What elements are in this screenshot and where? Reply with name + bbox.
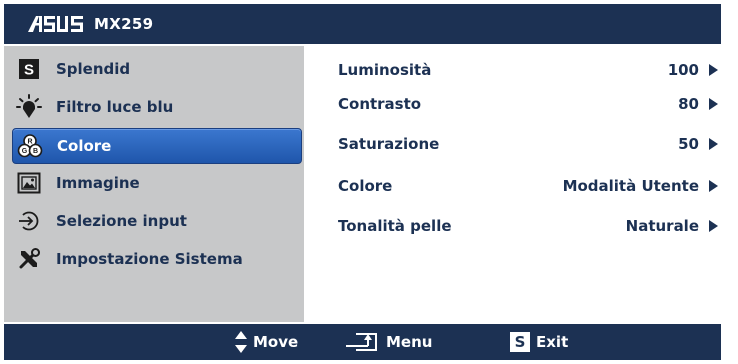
setting-label: Luminosità [338, 61, 432, 79]
menu-item-input-select[interactable]: Selezione input [12, 204, 300, 238]
footer-exit-label: Exit [536, 333, 569, 351]
setting-label: Saturazione [338, 135, 440, 153]
setting-value: 80 [678, 95, 699, 113]
setting-label: Tonalità pelle [338, 217, 452, 235]
input-select-icon [14, 206, 44, 236]
menu-item-system-setup[interactable]: Impostazione Sistema [12, 242, 300, 276]
osd-footer: Move Menu S Exit [4, 324, 721, 360]
arrow-right-icon [709, 138, 718, 150]
menu-label-input-select: Selezione input [56, 212, 187, 230]
footer-move-label: Move [253, 333, 299, 351]
model-name: MX259 [94, 15, 154, 33]
footer-menu-label: Menu [386, 333, 433, 351]
svg-text:G: G [22, 148, 28, 155]
setting-value: Naturale [625, 217, 699, 235]
arrow-right-icon [709, 220, 718, 232]
menu-item-blue-light-filter[interactable]: Filtro luce blu [12, 90, 300, 124]
setting-value: 50 [678, 135, 699, 153]
color-settings-panel: Luminosità 100 Contrasto 80 Saturazione … [306, 46, 721, 322]
arrow-right-icon [709, 180, 718, 192]
footer-menu: Menu [346, 324, 432, 360]
setting-contrast[interactable]: Contrasto 80 [338, 89, 720, 119]
setting-saturation[interactable]: Saturazione 50 [338, 129, 720, 159]
system-tools-icon [14, 244, 44, 274]
setting-skin-tone[interactable]: Tonalità pelle Naturale [338, 211, 720, 241]
svg-text:S: S [24, 62, 34, 79]
image-icon [14, 168, 44, 198]
setting-label: Colore [338, 177, 393, 195]
setting-value: 100 [667, 61, 699, 79]
blue-light-bulb-icon [14, 92, 44, 122]
osd-header: MX259 [4, 4, 721, 44]
menu-label-color: Colore [57, 137, 112, 155]
menu-label-system-setup: Impostazione Sistema [56, 250, 243, 268]
arrow-right-icon [709, 98, 718, 110]
arrow-right-icon [709, 64, 718, 76]
svg-text:R: R [27, 139, 32, 146]
menu-label-image: Immagine [56, 174, 140, 192]
svg-text:B: B [33, 148, 38, 155]
setting-label: Contrasto [338, 95, 422, 113]
color-rgb-icon: R G B [15, 131, 45, 161]
menu-item-image[interactable]: Immagine [12, 166, 300, 200]
menu-label-blue-light-filter: Filtro luce blu [56, 98, 174, 116]
osd-window: MX259 S Splendid Filtro luce blu R G B C… [0, 0, 738, 364]
asus-logo [24, 13, 86, 35]
setting-color-mode[interactable]: Colore Modalità Utente [338, 171, 720, 201]
menu-item-color[interactable]: R G B Colore [12, 128, 302, 164]
footer-move: Move [235, 324, 298, 360]
main-menu: S Splendid Filtro luce blu R G B Colore … [4, 46, 304, 322]
enter-key-icon [346, 333, 377, 351]
exit-s-key-icon: S [510, 332, 530, 352]
setting-value: Modalità Utente [562, 177, 699, 195]
splendid-s-icon: S [14, 54, 44, 84]
up-down-arrows-icon [235, 331, 247, 353]
menu-label-splendid: Splendid [56, 60, 131, 78]
footer-exit: S Exit [510, 324, 568, 360]
menu-item-splendid[interactable]: S Splendid [12, 52, 300, 86]
setting-brightness[interactable]: Luminosità 100 [338, 55, 720, 85]
